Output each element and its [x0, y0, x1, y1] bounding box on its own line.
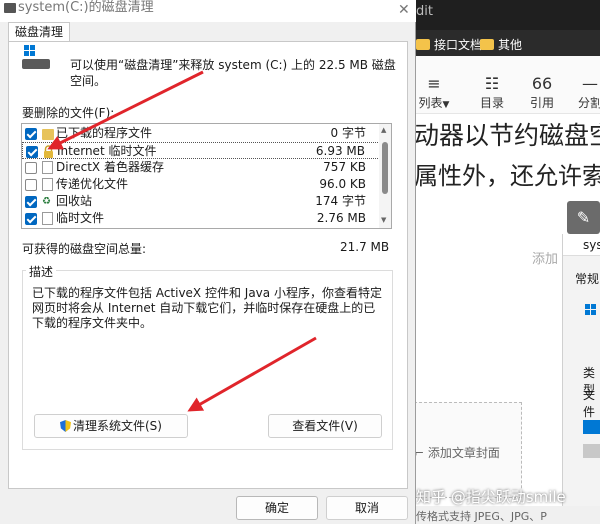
browser-title-strip: dit: [414, 0, 600, 30]
cleanup-system-files-button[interactable]: 清理系统文件(S): [34, 414, 188, 438]
divider-icon: —: [582, 74, 598, 93]
file-category-size: 6.93 MB: [315, 144, 365, 158]
edit-pencil-button[interactable]: ✎: [567, 201, 600, 234]
scroll-down-icon[interactable]: ▼: [381, 216, 386, 224]
list-item[interactable]: DirectX 着色器缓存 757 KB: [22, 159, 380, 176]
add-cover-label: 添加文章封面: [427, 446, 500, 460]
toolbar-list-button[interactable]: ≡ 列表▼: [414, 74, 454, 111]
properties-tab-general[interactable]: 常规: [575, 270, 599, 287]
free-space-swatch: [583, 444, 600, 458]
file-category-name: 已下载的程序文件: [56, 126, 153, 140]
upload-hint-text: 传格式支持 JPEG、JPG、P: [416, 510, 547, 523]
files-list[interactable]: 已下载的程序文件 0 字节 Internet 临时文件 6.93 MB Dire…: [21, 123, 392, 229]
list-item[interactable]: 已下载的程序文件 0 字节: [22, 125, 380, 142]
intro-text: 可以使用“磁盘清理”来释放 system (C:) 上的 22.5 MB 磁盘空…: [70, 58, 396, 88]
file-category-size: 174 字节: [315, 194, 366, 208]
description-label: 描述: [26, 263, 57, 280]
file-category-size: 2.76 MB: [316, 211, 366, 225]
drive-icon: [4, 3, 16, 13]
editor-toolbar: ≡ 列表▼ ☷ 目录 66 引用 — 分割: [414, 56, 600, 114]
ok-button[interactable]: 确定: [236, 496, 318, 520]
add-link-text[interactable]: 添加: [532, 248, 558, 267]
checkbox-temp-files[interactable]: [25, 213, 37, 225]
toolbar-quote-button[interactable]: 66 引用: [522, 74, 562, 111]
file-icon: [42, 178, 53, 191]
disk-drive-icon: [22, 45, 52, 71]
toolbar-label: 列表: [418, 96, 443, 110]
used-space-swatch: [583, 420, 600, 434]
bookmark-other[interactable]: 其他: [480, 36, 522, 53]
folder-icon: [416, 39, 430, 50]
file-category-size: 0 字节: [330, 126, 366, 140]
toolbar-label: 目录: [479, 96, 504, 110]
file-category-name: DirectX 着色器缓存: [56, 160, 164, 174]
checkbox-internet-temp[interactable]: [26, 146, 38, 158]
list-item[interactable]: 临时文件 2.76 MB: [22, 210, 380, 227]
windows-logo-icon: [585, 304, 599, 316]
toolbar-label: 引用: [529, 96, 554, 110]
file-category-name: 临时文件: [56, 211, 105, 225]
folder-icon: [480, 39, 494, 50]
article-body-line: 属性外，还允许索引: [414, 162, 600, 190]
chevron-down-icon: ▼: [442, 100, 450, 110]
file-category-name: Internet 临时文件: [57, 144, 157, 158]
file-category-size: 96.0 KB: [319, 177, 366, 191]
properties-dialog-edge: sys 常规 类型 文件: [562, 234, 600, 524]
checkbox-directx-cache[interactable]: [25, 162, 37, 174]
tab-disk-cleanup[interactable]: 磁盘清理: [8, 22, 70, 42]
file-icon: [42, 212, 53, 225]
folder-icon: [42, 129, 54, 140]
file-category-name: 回收站: [56, 194, 93, 208]
checkbox-recycle-bin[interactable]: [25, 196, 37, 208]
files-to-delete-label: 要删除的文件(F):: [22, 106, 115, 120]
file-icon: [42, 161, 53, 174]
recycle-bin-icon: ♻: [42, 196, 51, 207]
quote-icon: 66: [531, 74, 553, 93]
bookmarks-bar: 接口文档 其他: [414, 30, 600, 56]
checkbox-delivery-optimization[interactable]: [25, 179, 37, 191]
scrollbar-thumb[interactable]: [382, 142, 388, 194]
list-scrollbar[interactable]: ▲ ▼: [379, 124, 391, 228]
toolbar-label: 分割: [577, 96, 600, 110]
toolbar-toc-button[interactable]: ☷ 目录: [472, 74, 512, 111]
browser-title-text: dit: [416, 4, 433, 19]
disk-cleanup-dialog: system(C:)的磁盘清理 ✕ 磁盘清理 可以使用“磁盘清理”来释放 sys…: [0, 0, 416, 524]
checkbox-downloaded-programs[interactable]: [25, 128, 37, 140]
list-item[interactable]: 传递优化文件 96.0 KB: [22, 176, 380, 193]
dialog-titlebar[interactable]: system(C:)的磁盘清理 ✕: [0, 0, 416, 22]
bookmark-api-docs[interactable]: 接口文档: [416, 36, 482, 53]
file-category-name: 传递优化文件: [56, 177, 129, 191]
bookmark-label: 其他: [498, 38, 523, 52]
file-category-size: 757 KB: [323, 160, 366, 174]
properties-title: sys: [563, 234, 600, 256]
list-icon: ≡: [427, 74, 441, 93]
watermark: 知乎 @指尖跃动smile: [416, 488, 566, 506]
lock-icon: [43, 145, 54, 158]
dialog-title: system(C:)的磁盘清理: [18, 0, 154, 15]
cleanup-system-files-label: 清理系统文件(S): [73, 419, 162, 433]
cancel-button[interactable]: 取消: [326, 496, 408, 520]
total-space-label: 可获得的磁盘空间总量:: [22, 242, 147, 256]
scroll-up-icon[interactable]: ▲: [381, 126, 386, 134]
bookmark-label: 接口文档: [434, 38, 483, 52]
upload-hint: 传格式支持 JPEG、JPG、P: [414, 506, 600, 524]
view-files-button[interactable]: 查看文件(V): [268, 414, 382, 438]
toc-icon: ☷: [484, 74, 500, 93]
list-item[interactable]: ♻ 回收站 174 字节: [22, 193, 380, 210]
properties-fs-label: 文件: [583, 388, 596, 419]
toolbar-divider-button[interactable]: — 分割: [570, 74, 600, 111]
close-icon[interactable]: ✕: [398, 2, 410, 18]
total-space-value: 21.7 MB: [340, 240, 390, 254]
pencil-icon: ✎: [576, 208, 591, 227]
add-icon: ⌐: [414, 446, 428, 460]
uac-shield-icon: [60, 420, 71, 432]
description-text: 已下载的程序文件包括 ActiveX 控件和 Java 小程序，你查看特定网页时…: [32, 286, 382, 330]
list-item[interactable]: Internet 临时文件 6.93 MB: [22, 142, 380, 159]
article-heading: 动器以节约磁盘空: [414, 121, 600, 150]
add-cover-link[interactable]: ⌐ 添加文章封面: [414, 444, 500, 461]
